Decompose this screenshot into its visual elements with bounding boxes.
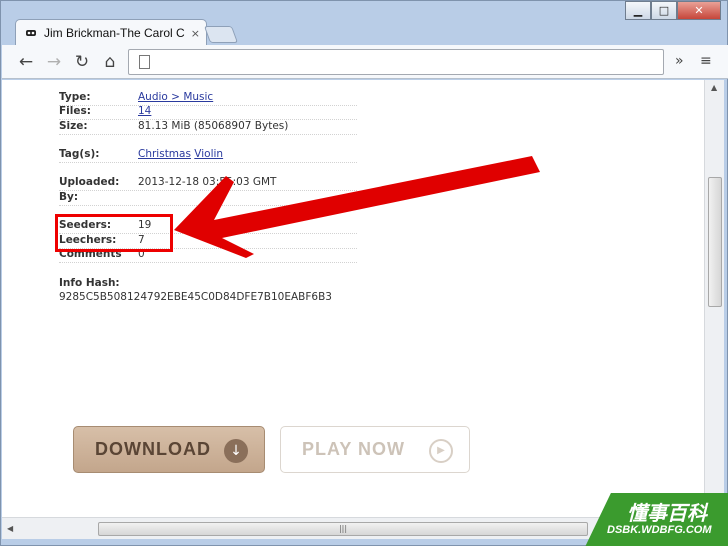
- tab-active[interactable]: Jim Brickman-The Carol C ×: [15, 19, 207, 46]
- forward-button[interactable]: →: [43, 52, 65, 72]
- new-tab-button[interactable]: [203, 26, 239, 43]
- vertical-scrollbar[interactable]: ▲: [704, 80, 724, 517]
- tab-close-icon[interactable]: ×: [191, 27, 200, 40]
- detail-label: Tag(s):: [59, 148, 100, 160]
- watermark-url: DSBK.WDBFG.COM: [607, 524, 712, 536]
- highlight-box: [55, 214, 173, 252]
- overflow-button[interactable]: »: [675, 53, 684, 69]
- scroll-up-icon[interactable]: ▲: [711, 83, 717, 92]
- info-hash-value: 9285C5B508124792EBE45C0D84DFE7B10EABF6B3: [59, 291, 332, 303]
- detail-label: Uploaded:: [59, 176, 120, 188]
- download-label: DOWNLOAD: [95, 439, 211, 459]
- play-icon: ▶: [429, 439, 453, 463]
- detail-label: By:: [59, 191, 79, 203]
- address-bar[interactable]: [128, 49, 664, 75]
- detail-row-type: Type: Audio > Music: [59, 91, 357, 106]
- close-button[interactable]: ✕: [677, 1, 721, 20]
- menu-icon[interactable]: ≡: [700, 53, 712, 69]
- play-now-button[interactable]: PLAY NOW ▶: [280, 426, 470, 473]
- detail-label: Size:: [59, 120, 88, 132]
- info-hash-row: Info Hash:: [59, 277, 357, 292]
- window-controls: ▁ □ ✕: [625, 1, 721, 21]
- pirate-ship-icon: [24, 27, 38, 39]
- back-button[interactable]: ←: [15, 52, 37, 72]
- scroll-left-icon[interactable]: ◀: [7, 524, 13, 533]
- horizontal-scroll-thumb[interactable]: |||: [98, 522, 588, 536]
- files-link[interactable]: 14: [138, 105, 151, 117]
- home-button[interactable]: ⌂: [99, 52, 121, 72]
- detail-row-files: Files: 14: [59, 105, 357, 120]
- detail-label: Files:: [59, 105, 91, 117]
- toolbar: ← → ↻ ⌂ » ≡: [2, 45, 728, 79]
- info-hash-label: Info Hash:: [59, 277, 120, 289]
- type-link[interactable]: Audio > Music: [138, 91, 213, 103]
- detail-label: Type:: [59, 91, 91, 103]
- annotation-arrow-icon: [174, 156, 540, 258]
- maximize-button[interactable]: □: [651, 1, 677, 20]
- watermark-logo-text: 懂事百科: [627, 501, 707, 525]
- tab-title: Jim Brickman-The Carol C: [44, 26, 185, 40]
- page-content: Type: Audio > Music Files: 14 Size: 81.1…: [2, 80, 704, 517]
- reload-button[interactable]: ↻: [71, 52, 93, 72]
- browser-window: ▁ □ ✕ Jim Brickman-The Carol C × ← → ↻ ⌂…: [0, 0, 728, 546]
- download-arrow-icon: ↓: [224, 439, 248, 463]
- size-value: 81.13 MiB (85068907 Bytes): [138, 120, 289, 132]
- page-icon: [139, 55, 150, 69]
- download-button[interactable]: DOWNLOAD ↓: [73, 426, 265, 473]
- minimize-button[interactable]: ▁: [625, 1, 651, 20]
- play-now-label: PLAY NOW: [302, 439, 406, 459]
- detail-row-size: Size: 81.13 MiB (85068907 Bytes): [59, 120, 357, 135]
- vertical-scroll-thumb[interactable]: [708, 177, 722, 307]
